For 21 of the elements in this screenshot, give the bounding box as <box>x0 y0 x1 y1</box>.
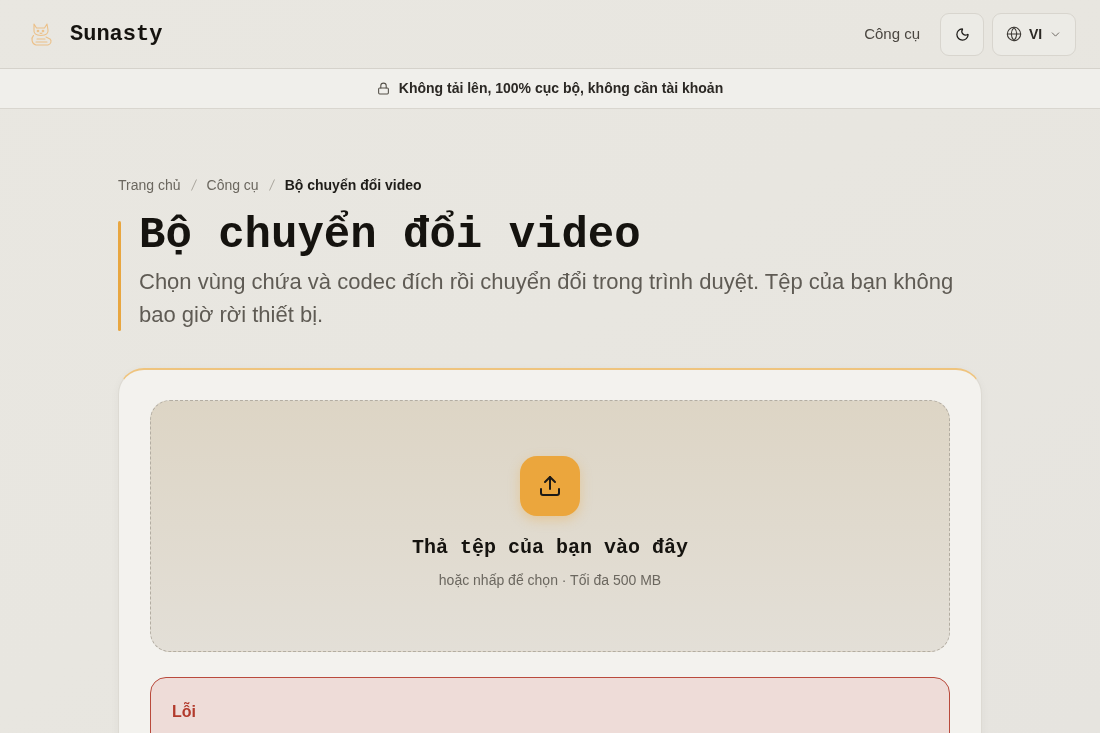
error-title: Lỗi <box>172 701 197 722</box>
page-description: Chọn vùng chứa và codec đích rồi chuyển đổi trong trình duyệt. Tệp của bạn không bao giờ rời thiết bị. <box>139 268 955 329</box>
nav-link[interactable]: Công cụ <box>864 22 920 46</box>
language-button[interactable]: VI <box>992 12 1076 56</box>
globe-icon <box>1005 26 1022 42</box>
breadcrumb-link[interactable]: Trang chủ <box>118 174 181 196</box>
logo-link[interactable]: Sunasty <box>27 17 163 51</box>
slash-icon <box>190 179 197 191</box>
banner-text: Không tải lên, 100% cục bộ, không cần tài khoản <box>398 79 724 98</box>
slash-icon <box>268 179 275 191</box>
dropzone-title: Thả tệp của bạn vào đây <box>411 535 688 561</box>
breadcrumb-current: Bộ chuyển đổi video <box>284 175 422 195</box>
theme-toggle-button[interactable] <box>940 12 984 56</box>
file-dropzone[interactable]: Thả tệp của bạn vào đây hoặc nhấp để chọn · Tối đa 500 MB <box>150 400 950 652</box>
lock-icon <box>376 82 390 95</box>
dropzone-hint: hoặc nhấp để chọn · Tối đa 500 MB <box>438 571 662 590</box>
brand-name: Sunasty <box>70 20 163 49</box>
moon-icon <box>954 26 970 42</box>
breadcrumb-link[interactable]: Công cụ <box>206 174 259 196</box>
upload-icon <box>520 456 580 516</box>
page-title: Bộ chuyển đổi video <box>139 209 642 262</box>
